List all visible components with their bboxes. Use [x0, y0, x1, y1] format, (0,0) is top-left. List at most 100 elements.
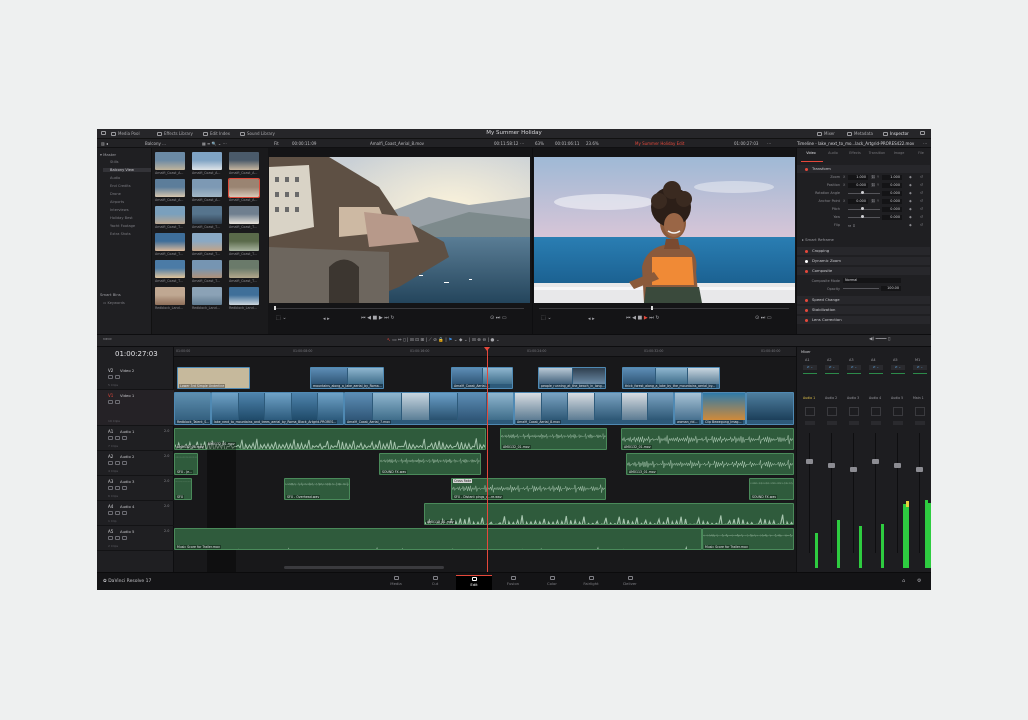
clip-thumbnail[interactable] — [229, 260, 259, 278]
source-insert-controls[interactable]: ⊙ ⏭ ▭ — [490, 315, 507, 321]
bin-item[interactable]: End Credits — [110, 184, 131, 188]
timeline-playhead[interactable] — [487, 347, 488, 572]
video-clip[interactable]: mountains_along_a_lake_aerial_by_Roma... — [310, 367, 384, 389]
speed-change-section[interactable]: Speed Change — [797, 296, 930, 304]
mute-button[interactable] — [849, 421, 859, 425]
metadata-button[interactable]: Metadata — [847, 131, 873, 136]
enable-dot-icon[interactable] — [805, 298, 808, 302]
enable-dot-icon[interactable] — [805, 259, 808, 263]
reset-icon[interactable]: ↺ — [920, 223, 923, 227]
clip-thumbnail[interactable] — [192, 233, 222, 251]
audio-clip[interactable]: SFX — [174, 478, 192, 500]
page-tab-deliver[interactable]: Deliver — [612, 575, 648, 590]
lock-icon[interactable] — [108, 375, 113, 379]
mute-icon[interactable] — [122, 536, 127, 540]
video-clip[interactable]: Amalfi_Coast_Aerial... — [451, 367, 513, 389]
bin-item[interactable]: Yacht Footage — [110, 224, 135, 228]
slider-knob[interactable] — [861, 207, 864, 210]
fader-knob[interactable] — [806, 459, 813, 464]
timeline-viewer-playhead[interactable] — [651, 306, 653, 310]
jog-icon[interactable]: ◂ ▸ — [588, 316, 595, 322]
audio-clip[interactable]: SFX - Distant pings_d...re.wav — [451, 478, 606, 500]
reset-icon[interactable]: ↺ — [920, 183, 923, 187]
transport-left-icons[interactable]: ⬚ ⌄ — [541, 315, 552, 321]
input-select[interactable]: ⇄ ⌄ — [891, 365, 905, 370]
clip-thumbnail[interactable] — [228, 178, 260, 198]
video-clip[interactable]: woman_rid... — [674, 392, 702, 425]
inspector-tab[interactable]: Image — [889, 151, 909, 155]
slider-knob[interactable] — [861, 215, 864, 218]
expand-button[interactable] — [920, 131, 925, 135]
mute-icon[interactable] — [122, 461, 127, 465]
input-select[interactable]: ⇄ ⌄ — [869, 365, 883, 370]
solo-icon[interactable] — [115, 536, 120, 540]
pan-knob[interactable] — [827, 407, 837, 416]
timeline-transport-controls[interactable]: ⏮ ◀ ■ ▶ ⏭ ↻ — [626, 315, 660, 321]
link-icon[interactable]: ⛓ — [871, 183, 876, 187]
value-slider[interactable] — [848, 208, 880, 210]
transform-x-value[interactable]: 0.000 — [848, 198, 868, 204]
lock-icon[interactable] — [108, 486, 113, 490]
transform-value[interactable]: 0.000 — [882, 206, 902, 212]
camera-icon[interactable] — [115, 400, 120, 404]
bin-item[interactable]: Stills — [110, 160, 119, 164]
mute-button[interactable] — [893, 421, 903, 425]
video-clip[interactable]: Amalfi_Coast_Aerial_7.mov — [344, 392, 514, 425]
pan-knob[interactable] — [871, 407, 881, 416]
bin-item[interactable]: Audio — [110, 176, 120, 180]
reset-icon[interactable]: ↺ — [920, 199, 923, 203]
fader-knob[interactable] — [894, 463, 901, 468]
mute-button[interactable] — [871, 421, 881, 425]
stabilization-section[interactable]: Stabilization — [797, 306, 930, 314]
bin-selector[interactable]: Balcony ... — [145, 141, 166, 146]
inspector-tab[interactable]: Video — [801, 151, 821, 155]
inspector-button[interactable]: Inspector — [883, 131, 909, 136]
mute-button[interactable] — [805, 421, 815, 425]
enable-dot-icon[interactable] — [805, 167, 808, 171]
bin-item[interactable]: Drone — [110, 192, 121, 196]
solo-icon[interactable] — [115, 461, 120, 465]
flip-icons[interactable]: ⇔ ⇕ — [848, 223, 856, 228]
keyframe-icon[interactable]: ◆ — [909, 175, 912, 179]
clip-thumbnail[interactable] — [155, 287, 185, 305]
transform-value[interactable]: 0.000 — [882, 214, 902, 220]
more-icon[interactable]: ⋯ — [767, 141, 771, 146]
pan-knob[interactable] — [805, 407, 815, 416]
value-slider[interactable] — [848, 216, 880, 218]
keyframe-icon[interactable]: ◆ — [909, 223, 912, 227]
page-tab-cut[interactable]: Cut — [417, 575, 453, 590]
settings-gear-icon[interactable]: ⚙ — [917, 578, 921, 584]
bin-item[interactable]: Interviews — [110, 208, 129, 212]
clip-thumbnail[interactable] — [229, 206, 259, 224]
video-clip[interactable]: Lower 3rd Simple Underline — [177, 367, 250, 389]
cropping-section[interactable]: Cropping — [797, 247, 930, 255]
lock-icon[interactable] — [108, 436, 113, 440]
clip-thumbnail[interactable] — [192, 287, 222, 305]
sidebar-toggle-icon[interactable]: ▥ ◂ — [101, 141, 108, 146]
opacity-slider[interactable] — [843, 288, 879, 289]
audio-clip[interactable]: AM0132_01.mov — [500, 428, 607, 450]
audio-clip[interactable]: Music Score for Trailer.mov — [174, 528, 702, 550]
slider-knob[interactable] — [861, 191, 864, 194]
reset-icon[interactable]: ↺ — [920, 191, 923, 195]
composite-mode-select[interactable]: Normal — [843, 278, 901, 283]
video-clip[interactable]: thick_forest_along_a_lake_by_the_mountai… — [622, 367, 720, 389]
clip-thumbnail[interactable] — [155, 260, 185, 278]
clip-thumbnail[interactable] — [192, 179, 222, 197]
mute-button[interactable] — [915, 421, 925, 425]
lock-icon[interactable] — [108, 461, 113, 465]
clip-thumbnail[interactable] — [155, 152, 185, 170]
timeline-name[interactable]: My Summer Holiday Edit — [635, 141, 684, 146]
video-clip[interactable]: Clip Bewegung_Imag... — [702, 392, 746, 425]
playhead-handle-icon[interactable] — [484, 347, 490, 351]
audio-clip[interactable]: SOUND FX.wav — [379, 453, 481, 475]
smart-bin-keywords[interactable]: ▭ Keywords — [103, 301, 125, 305]
fader-knob[interactable] — [850, 467, 857, 472]
audio-clip[interactable]: SFX - Overhead.wav — [284, 478, 350, 500]
enable-dot-icon[interactable] — [805, 269, 808, 273]
clip-thumbnail[interactable] — [155, 206, 185, 224]
transport-left-icons[interactable]: ⬚ ⌄ — [276, 315, 287, 321]
input-select[interactable]: ⇄ ⌄ — [847, 365, 861, 370]
bin-item-selected[interactable]: Balcony View — [103, 168, 151, 172]
video-clip[interactable]: lake_next_to_mountains_and_trees_aerial_… — [211, 392, 344, 425]
